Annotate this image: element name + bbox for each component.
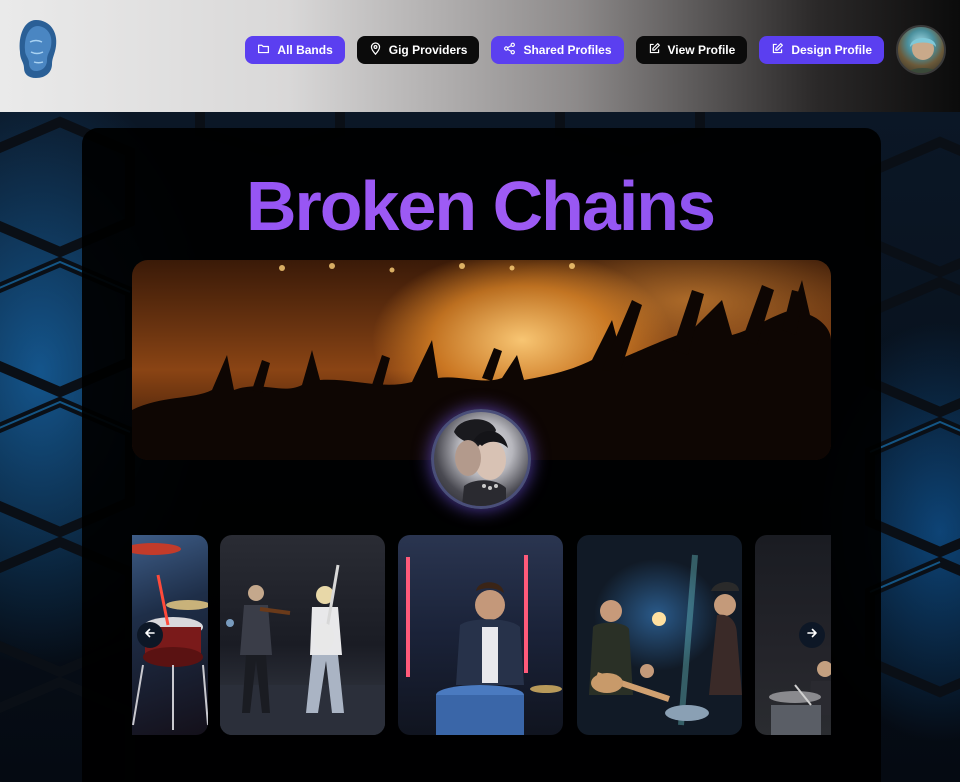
photo-carousel[interactable]: [132, 535, 831, 735]
shared-profiles-label: Shared Profiles: [523, 43, 612, 57]
carousel-next-button[interactable]: [799, 622, 825, 648]
design-profile-button[interactable]: Design Profile: [759, 36, 884, 64]
shared-profiles-button[interactable]: Shared Profiles: [491, 36, 624, 64]
all-bands-button[interactable]: All Bands: [245, 36, 345, 64]
head-sculpture-logo[interactable]: [16, 18, 60, 80]
view-profile-label: View Profile: [667, 43, 736, 57]
view-profile-button[interactable]: View Profile: [635, 36, 748, 64]
top-header: All Bands Gig Providers Shared Profiles …: [0, 0, 960, 112]
edit-icon: [648, 42, 661, 58]
band-stage-photo[interactable]: [577, 535, 742, 735]
design-profile-label: Design Profile: [791, 43, 872, 57]
share-icon: [503, 42, 516, 58]
gig-providers-button[interactable]: Gig Providers: [356, 36, 480, 64]
main-nav: All Bands Gig Providers Shared Profiles …: [245, 36, 884, 64]
gig-providers-label: Gig Providers: [388, 43, 468, 57]
map-pin-icon: [369, 42, 382, 58]
violin-guitar-duo-photo[interactable]: [220, 535, 385, 735]
arrow-right-icon: [806, 626, 818, 644]
edit-icon: [771, 42, 784, 58]
drummer-neon-photo[interactable]: [398, 535, 563, 735]
folder-icon: [257, 42, 270, 58]
band-profile-avatar[interactable]: [431, 409, 531, 509]
arrow-left-icon: [144, 626, 156, 644]
all-bands-label: All Bands: [277, 43, 333, 57]
carousel-prev-button[interactable]: [137, 622, 163, 648]
user-avatar[interactable]: [896, 25, 946, 75]
band-name-title: Broken Chains: [0, 166, 960, 246]
